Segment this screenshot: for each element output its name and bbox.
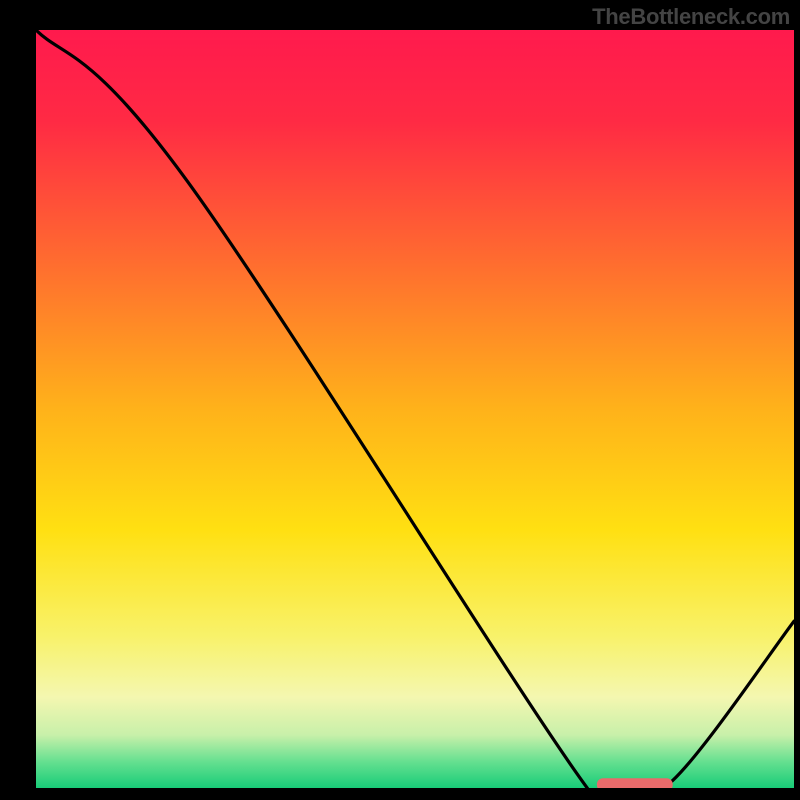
plot-area — [36, 30, 794, 788]
optimal-marker — [597, 778, 673, 788]
chart-svg — [36, 30, 794, 788]
gradient-backdrop — [36, 30, 794, 788]
attribution-text: TheBottleneck.com — [592, 4, 790, 30]
chart-container: TheBottleneck.com — [0, 0, 800, 800]
